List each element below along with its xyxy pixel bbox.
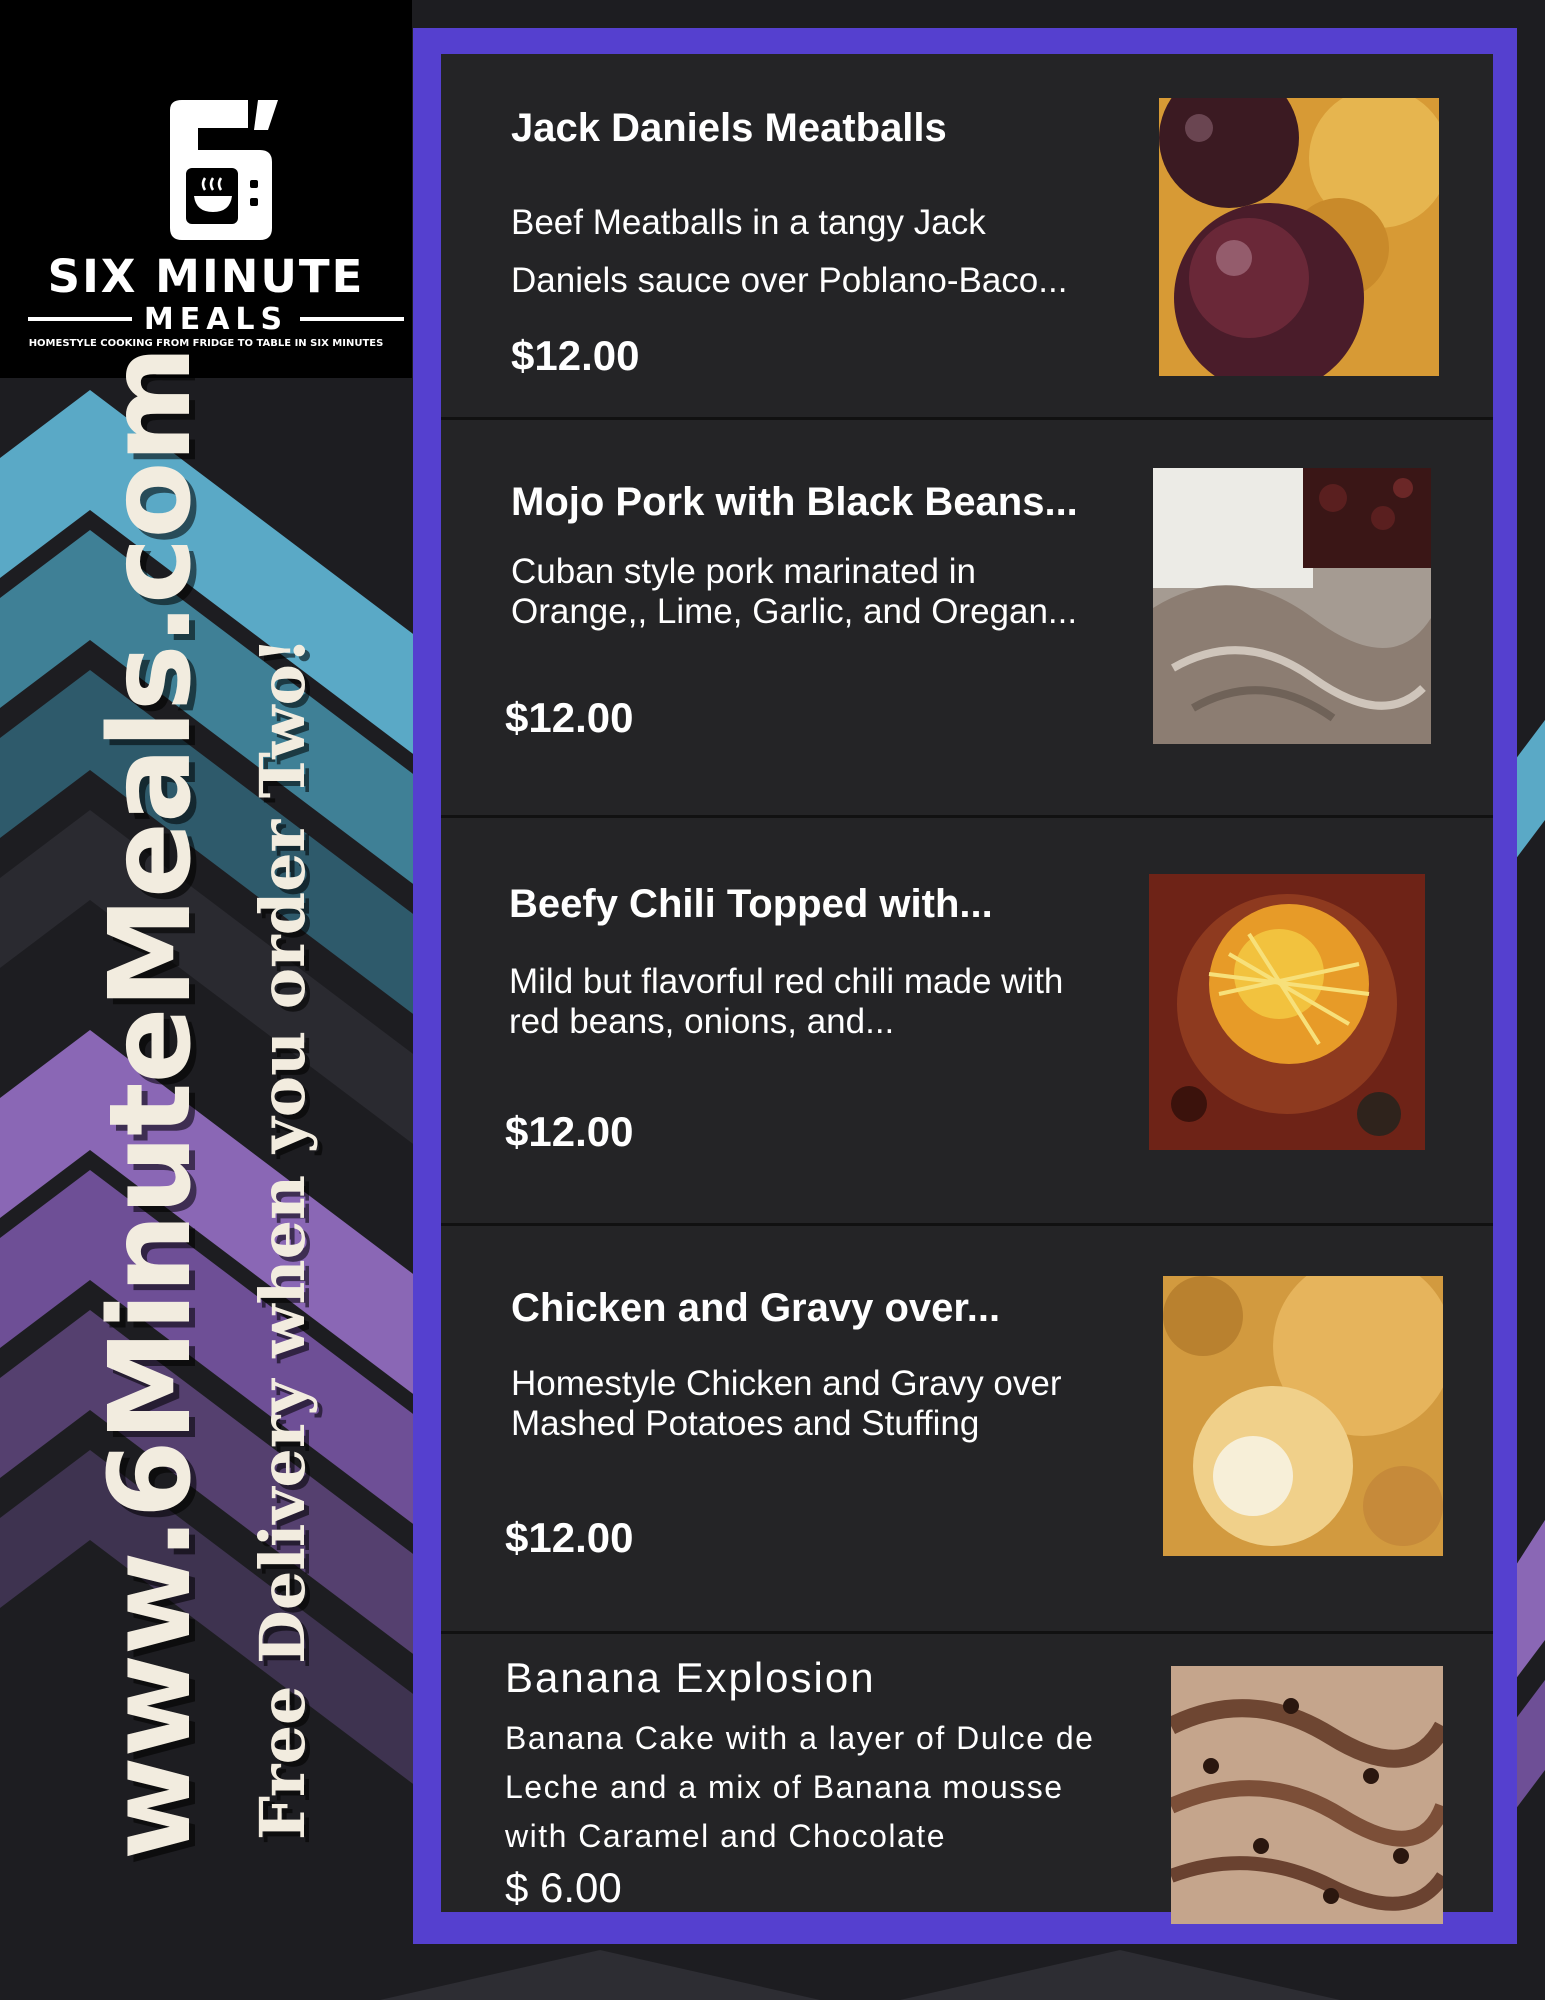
menu-item[interactable]: Chicken and Gravy over... Homestyle Chic… [441, 1226, 1493, 1634]
item-price: $ 6.00 [505, 1864, 622, 1911]
item-description: Beef Meatballs in a tangy Jack Daniels s… [511, 203, 1068, 300]
divider [300, 317, 405, 321]
menu-item[interactable]: Banana Explosion Banana Cake with a laye… [441, 1634, 1493, 1924]
mojo-pork-photo [1153, 468, 1431, 744]
chicken-gravy-photo [1163, 1276, 1443, 1556]
brand-name: SIX MINUTE [47, 250, 365, 303]
brand-logo-block: SIX MINUTE MEALS HOMESTYLE COOKING FROM … [0, 0, 412, 378]
item-description: Homestyle Chicken and Gravy over Mashed … [511, 1364, 1062, 1443]
menu-item[interactable]: Mojo Pork with Black Beans... Cuban styl… [441, 420, 1493, 818]
item-price: $12.00 [511, 332, 640, 379]
brand-subname: MEALS [143, 301, 289, 337]
menu-list: Jack Daniels Meatballs Beef Meatballs in… [441, 54, 1493, 1924]
divider [28, 317, 132, 321]
item-price: $12.00 [505, 1514, 634, 1561]
item-title: Banana Explosion [505, 1654, 876, 1701]
chili-photo [1149, 874, 1425, 1150]
item-title: Mojo Pork with Black Beans... [511, 480, 1078, 524]
item-description: Banana Cake with a layer of Dulce de Lec… [505, 1720, 1095, 1854]
item-description: Mild but flavorful red chili made with r… [509, 962, 1064, 1041]
meatballs-photo [1159, 98, 1439, 376]
microwave-bowl-icon [170, 100, 278, 240]
item-description: Cuban style pork marinated in Orange,, L… [511, 552, 1078, 631]
banana-dessert-photo [1171, 1666, 1443, 1924]
brand-subname-row: MEALS [28, 301, 405, 337]
menu-item[interactable]: Beefy Chili Topped with... Mild but flav… [441, 818, 1493, 1226]
item-title: Jack Daniels Meatballs [511, 106, 947, 150]
item-title: Chicken and Gravy over... [511, 1286, 1001, 1330]
item-price: $12.00 [505, 694, 634, 741]
item-title: Beefy Chili Topped with... [509, 882, 993, 926]
item-price: $12.00 [505, 1108, 634, 1155]
menu-item[interactable]: Jack Daniels Meatballs Beef Meatballs in… [441, 54, 1493, 420]
promo-text: Free Delivery when you order Two! [246, 636, 319, 1840]
website-link[interactable]: www.6MinuteMeals.com [86, 347, 216, 1860]
